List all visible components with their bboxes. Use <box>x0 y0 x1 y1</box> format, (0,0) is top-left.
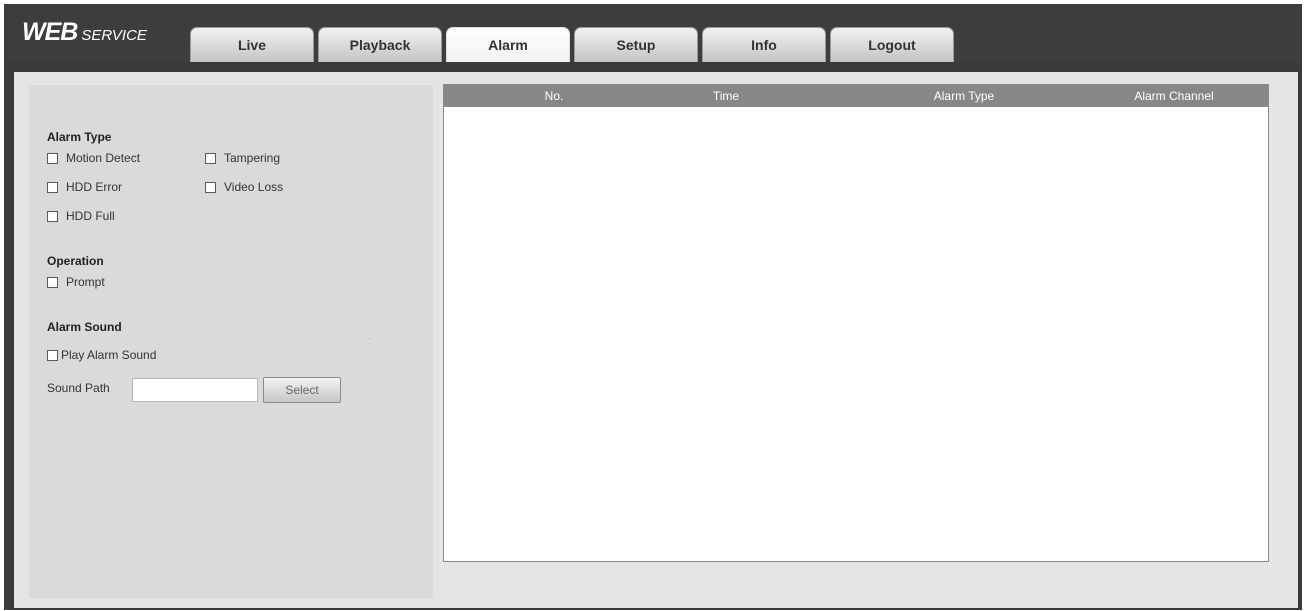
prompt-label: Prompt <box>66 275 105 289</box>
hdd-error-label: HDD Error <box>66 180 122 194</box>
logo: WEB SERVICE <box>22 18 147 47</box>
hdd-error-checkbox[interactable]: HDD Error <box>47 180 122 194</box>
tab-alarm[interactable]: Alarm <box>446 27 570 62</box>
logo-bold-text: WEB <box>22 18 78 46</box>
checkbox-box[interactable] <box>47 181 58 193</box>
checkbox-box[interactable] <box>47 210 58 222</box>
alarm-table: No. Time Alarm Type Alarm Channel <box>443 84 1269 562</box>
tampering-label: Tampering <box>224 151 281 165</box>
motion-detect-checkbox[interactable]: Motion Detect <box>47 151 140 165</box>
alarm-page: Alarm Type Motion Detect Tampering HDD E… <box>14 72 1298 608</box>
sound-path-input[interactable] <box>132 378 258 402</box>
video-loss-checkbox[interactable]: Video Loss <box>205 180 283 194</box>
play-alarm-sound-label: Play Alarm Sound <box>61 348 157 362</box>
operation-title: Operation <box>47 254 104 268</box>
column-time: Time <box>712 89 740 103</box>
checkbox-box[interactable] <box>47 349 58 361</box>
select-button[interactable]: Select <box>263 377 341 403</box>
sound-path-label: Sound Path <box>47 381 110 395</box>
checkbox-box[interactable] <box>205 152 216 164</box>
tab-info[interactable]: Info <box>702 27 826 62</box>
play-alarm-sound-checkbox[interactable]: Play Alarm Sound <box>47 348 156 362</box>
alarm-table-header: No. Time Alarm Type Alarm Channel <box>444 85 1268 107</box>
tab-live[interactable]: Live <box>190 27 314 62</box>
alarm-settings-panel: Alarm Type Motion Detect Tampering HDD E… <box>29 85 433 598</box>
divider-dot <box>369 338 370 339</box>
video-loss-label: Video Loss <box>224 180 284 194</box>
column-alarm-type: Alarm Type <box>933 89 995 103</box>
motion-detect-label: Motion Detect <box>66 151 141 165</box>
alarm-type-title: Alarm Type <box>47 130 112 144</box>
checkbox-box[interactable] <box>47 276 58 288</box>
tab-playback[interactable]: Playback <box>318 27 442 62</box>
tampering-checkbox[interactable]: Tampering <box>205 151 280 165</box>
alarm-sound-title: Alarm Sound <box>47 320 122 334</box>
column-no: No. <box>544 89 564 103</box>
top-bar: WEB SERVICE Live Playback Alarm Setup Inf… <box>4 4 1302 62</box>
hdd-full-checkbox[interactable]: HDD Full <box>47 209 115 223</box>
tab-logout[interactable]: Logout <box>830 27 954 62</box>
checkbox-box[interactable] <box>47 152 58 164</box>
tab-setup[interactable]: Setup <box>574 27 698 62</box>
logo-light-text: SERVICE <box>81 27 147 44</box>
prompt-checkbox[interactable]: Prompt <box>47 275 105 289</box>
column-alarm-channel: Alarm Channel <box>1134 89 1214 103</box>
web-service-app: WEB SERVICE Live Playback Alarm Setup Inf… <box>4 4 1302 610</box>
checkbox-box[interactable] <box>205 181 216 193</box>
hdd-full-label: HDD Full <box>66 209 115 223</box>
